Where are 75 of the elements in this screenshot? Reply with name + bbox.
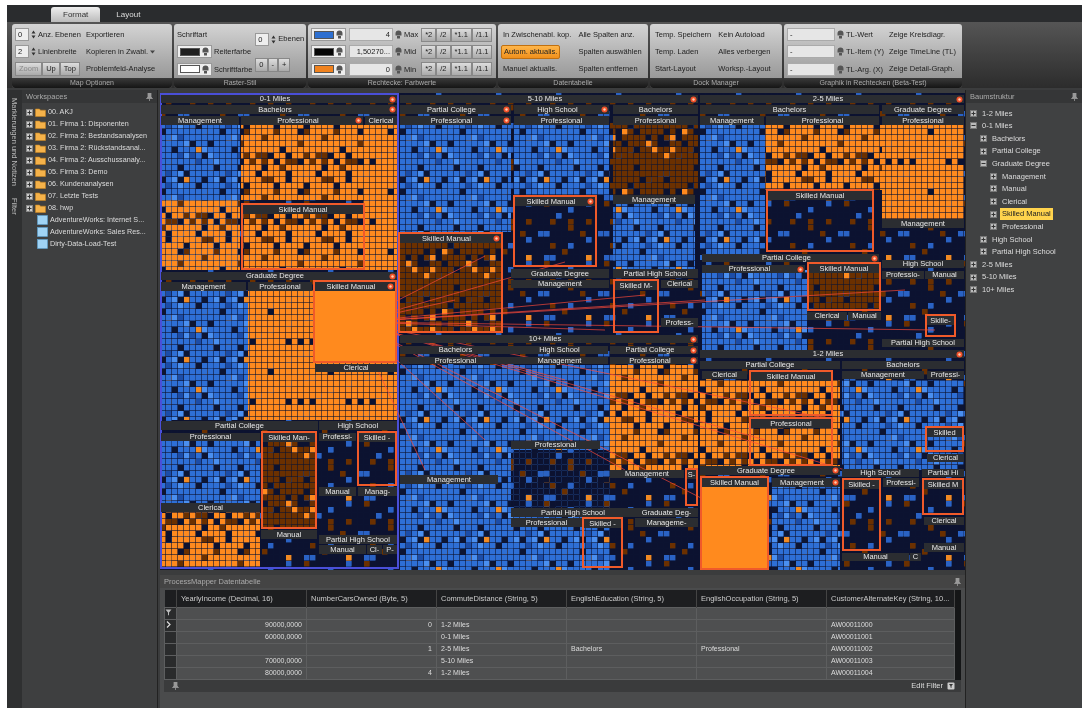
filter-icon[interactable]	[165, 609, 172, 617]
picker-icon[interactable]	[202, 47, 209, 57]
expand-icon[interactable]	[990, 172, 997, 180]
color-picker[interactable]	[311, 62, 346, 76]
collapse-icon[interactable]	[980, 160, 987, 168]
expand-icon[interactable]	[26, 108, 33, 116]
toggle-icon[interactable]	[355, 117, 362, 124]
data-cube-icon	[37, 215, 48, 225]
toggle-icon[interactable]	[956, 350, 963, 358]
pin-icon[interactable]	[146, 92, 153, 101]
toggle-icon[interactable]	[587, 198, 594, 205]
toggle-icon[interactable]	[690, 95, 697, 103]
expand-icon[interactable]	[990, 223, 997, 231]
data-cube-icon	[37, 227, 48, 237]
picker-icon[interactable]	[395, 47, 402, 57]
folder-icon	[35, 119, 46, 129]
toggle-icon[interactable]	[956, 95, 963, 103]
folder-icon	[35, 179, 46, 189]
expand-icon[interactable]	[990, 210, 997, 218]
color-picker[interactable]	[177, 62, 212, 76]
picker-icon[interactable]	[336, 30, 343, 40]
folder-icon	[35, 167, 46, 177]
color-picker[interactable]	[311, 28, 346, 42]
folder-icon	[35, 107, 46, 117]
caret-icon	[150, 50, 156, 54]
expand-icon[interactable]	[26, 120, 33, 128]
picker-icon[interactable]	[336, 47, 343, 57]
expand-icon[interactable]	[980, 135, 987, 142]
folder-icon	[35, 131, 46, 141]
spin-arrows-icon[interactable]	[31, 29, 36, 41]
pin-icon[interactable]	[172, 681, 179, 690]
expand-icon[interactable]	[26, 156, 33, 164]
expand-icon[interactable]	[980, 235, 987, 243]
toggle-icon[interactable]	[797, 265, 804, 273]
spin-arrows-icon[interactable]	[271, 33, 277, 45]
current-row-icon	[165, 621, 172, 629]
spin-arrows-icon[interactable]	[31, 46, 36, 58]
picker-icon[interactable]	[837, 47, 844, 57]
folder-icon	[35, 203, 46, 213]
toggle-icon[interactable]	[601, 106, 608, 113]
expand-icon[interactable]	[990, 197, 997, 205]
picker-icon[interactable]	[202, 64, 209, 74]
filter-editor-icon[interactable]	[947, 681, 955, 690]
pin-icon[interactable]	[1071, 92, 1078, 101]
expand-icon[interactable]	[970, 286, 977, 294]
color-picker[interactable]	[177, 45, 212, 59]
expand-icon[interactable]	[26, 204, 33, 212]
toggle-icon[interactable]	[871, 254, 878, 262]
scrollbar[interactable]	[955, 590, 961, 680]
expand-icon[interactable]	[26, 180, 33, 188]
picker-icon[interactable]	[336, 64, 343, 74]
picker-icon[interactable]	[395, 30, 402, 40]
expand-icon[interactable]	[26, 168, 33, 176]
picker-icon[interactable]	[837, 30, 844, 40]
expand-icon[interactable]	[970, 273, 977, 281]
expand-icon[interactable]	[980, 248, 987, 256]
picker-icon[interactable]	[837, 64, 844, 74]
expand-icon[interactable]	[970, 260, 977, 268]
expand-icon[interactable]	[980, 147, 987, 155]
data-cube-icon	[37, 239, 48, 249]
expand-icon[interactable]	[970, 109, 977, 117]
expand-icon[interactable]	[990, 185, 997, 193]
expand-icon[interactable]	[26, 144, 33, 152]
folder-icon	[35, 155, 46, 165]
picker-icon[interactable]	[395, 64, 402, 74]
expand-icon[interactable]	[26, 192, 33, 200]
color-picker[interactable]	[311, 45, 346, 59]
folder-icon	[35, 143, 46, 153]
expand-icon[interactable]	[26, 132, 33, 140]
folder-icon	[35, 191, 46, 201]
pin-icon[interactable]	[954, 577, 961, 586]
collapse-icon[interactable]	[970, 122, 977, 130]
toggle-icon[interactable]	[493, 235, 500, 242]
ribbon-tab[interactable]: Layout	[104, 7, 153, 22]
ribbon-tab[interactable]: Format	[51, 7, 101, 22]
